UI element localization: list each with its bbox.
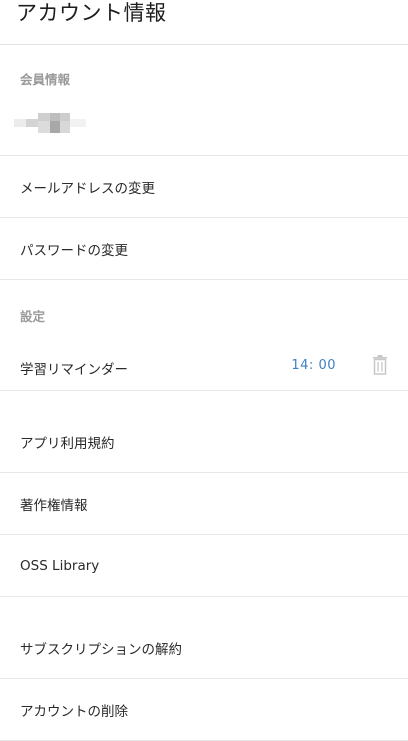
study-reminder-label: 学習リマインダー [20,362,128,378]
change-email-label: メールアドレスの変更 [20,180,155,197]
oss-library-label: OSS Library [20,557,100,574]
change-email-item[interactable]: メールアドレスの変更 [0,156,408,218]
terms-of-use-label: アプリ利用規約 [20,435,115,452]
copyright-info-item[interactable]: 著作権情報 [0,473,408,535]
trash-icon[interactable] [372,355,388,375]
change-password-item[interactable]: パスワードの変更 [0,218,408,280]
member-info-label: 会員情報 [20,72,71,87]
app-header: アカウント情報 [0,0,408,45]
oss-library-item[interactable]: OSS Library [0,535,408,597]
delete-account-label: アカウントの削除 [20,703,128,720]
masked-member-id [14,113,86,133]
page-title: アカウント情報 [16,1,167,25]
terms-of-use-item[interactable]: アプリ利用規約 [0,411,408,473]
cancel-subscription-label: サブスクリプションの解約 [20,641,182,658]
reminder-time[interactable]: 14: 00 [291,358,336,373]
copyright-info-label: 著作権情報 [20,497,88,514]
change-password-label: パスワードの変更 [20,242,128,259]
delete-account-item[interactable]: アカウントの削除 [0,679,408,741]
member-info-section: 会員情報 [0,45,408,156]
settings-label: 設定 [20,309,46,324]
settings-section-header: 設定 [0,280,408,344]
cancel-subscription-item[interactable]: サブスクリプションの解約 [0,617,408,679]
study-reminder-item[interactable]: 学習リマインダー 14: 00 [0,344,408,391]
